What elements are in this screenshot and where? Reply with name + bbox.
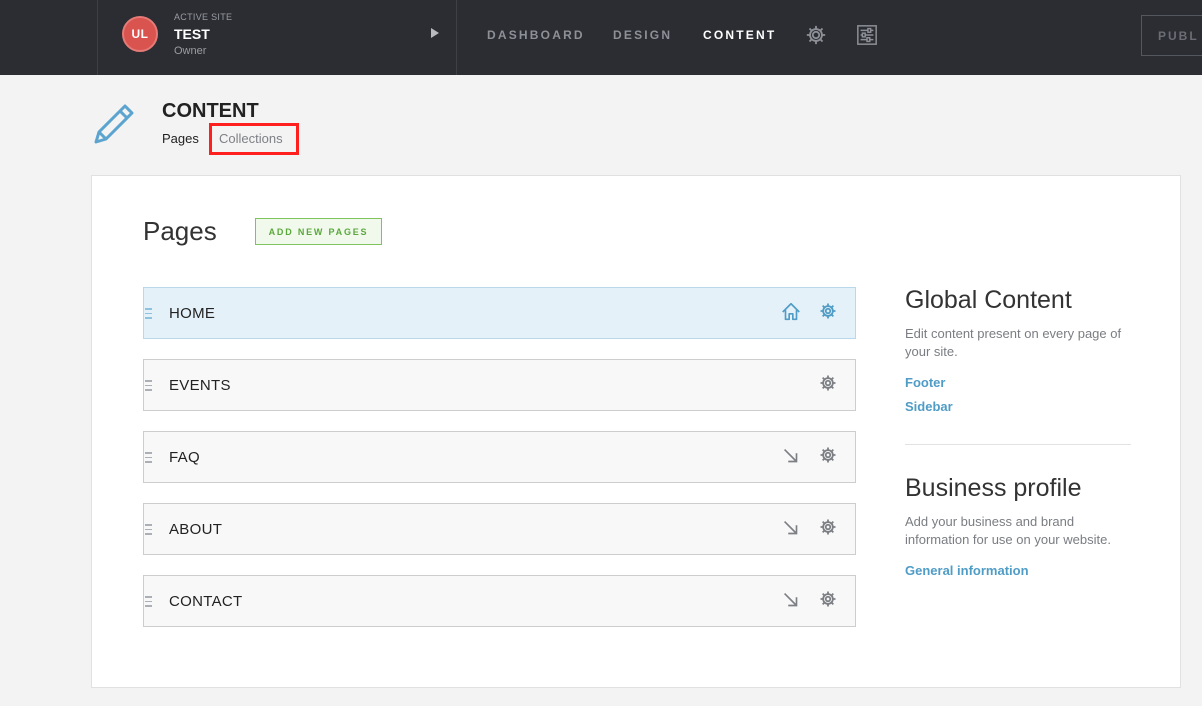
gear-icon[interactable] [819, 590, 837, 608]
nav-design[interactable]: DESIGN [613, 28, 672, 42]
business-profile-description: Add your business and brand information … [905, 514, 1111, 547]
gear-icon[interactable] [819, 518, 837, 536]
drag-handle-icon[interactable] [145, 596, 152, 607]
content-card: Pages ADD NEW PAGES HOME EVENTS FAQ ABOU… [91, 175, 1181, 688]
page-row-faq[interactable]: FAQ [143, 431, 856, 483]
page-row-label: EVENTS [169, 377, 231, 394]
gear-icon[interactable] [805, 24, 827, 46]
nav-dashboard[interactable]: DASHBOARD [487, 28, 585, 42]
top-bar-divider [456, 0, 457, 75]
page-row-label: CONTACT [169, 593, 243, 610]
page-row-contact[interactable]: CONTACT [143, 575, 856, 627]
page-row-events[interactable]: EVENTS [143, 359, 856, 411]
page-row-home[interactable]: HOME [143, 287, 856, 339]
publish-button[interactable]: PUBL [1141, 15, 1202, 56]
arrow-down-right-icon[interactable] [780, 517, 802, 539]
drag-handle-icon[interactable] [145, 308, 152, 319]
play-arrow-icon[interactable] [431, 28, 439, 38]
sliders-icon[interactable] [856, 24, 878, 46]
drag-handle-icon[interactable] [145, 380, 152, 391]
subnav-collections[interactable]: Collections [209, 123, 299, 155]
global-content-description: Edit content present on every page of yo… [905, 326, 1122, 359]
page-row-label: ABOUT [169, 521, 223, 538]
drag-handle-icon[interactable] [145, 524, 152, 535]
arrow-down-right-icon[interactable] [780, 445, 802, 467]
gear-icon[interactable] [819, 302, 837, 320]
gear-icon[interactable] [819, 446, 837, 464]
add-new-pages-button[interactable]: ADD NEW PAGES [255, 218, 382, 245]
gear-icon[interactable] [819, 374, 837, 392]
subnav-pages[interactable]: Pages [162, 131, 199, 146]
pencil-icon [94, 104, 134, 144]
drag-handle-icon[interactable] [145, 452, 152, 463]
page-title: CONTENT [162, 100, 259, 122]
nav-content[interactable]: CONTENT [703, 28, 776, 42]
active-site-label: ACTIVE SITE [174, 12, 233, 22]
site-role: Owner [174, 45, 207, 57]
pages-heading: Pages [143, 216, 217, 246]
avatar: UL [122, 16, 158, 52]
site-name: TEST [174, 26, 210, 42]
page-row-label: FAQ [169, 449, 200, 466]
global-content-title: Global Content [905, 286, 1072, 314]
sidebar-link[interactable]: Sidebar [905, 399, 953, 414]
page-row-label: HOME [169, 305, 216, 322]
footer-link[interactable]: Footer [905, 375, 945, 390]
page-row-about[interactable]: ABOUT [143, 503, 856, 555]
arrow-down-right-icon[interactable] [780, 589, 802, 611]
business-profile-title: Business profile [905, 474, 1082, 502]
home-icon[interactable] [780, 301, 802, 323]
active-site-switcher[interactable]: UL ACTIVE SITE TEST Owner [98, 0, 456, 75]
top-bar: UL ACTIVE SITE TEST Owner DASHBOARD DESI… [0, 0, 1202, 75]
general-information-link[interactable]: General information [905, 563, 1029, 578]
section-divider [905, 444, 1131, 445]
